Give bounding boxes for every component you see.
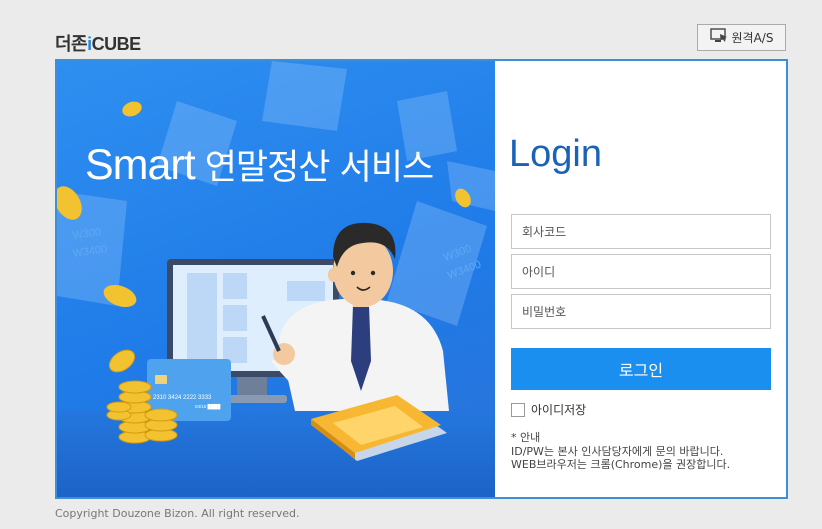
hero-title-en: Smart bbox=[85, 141, 196, 189]
login-frame: W300 W3400 W300 W3400 2310 3424 2222 333… bbox=[55, 59, 788, 499]
remote-support-button[interactable]: 원격A/S bbox=[697, 24, 786, 51]
logo-suffix: CUBE bbox=[91, 34, 142, 54]
notice-heading: * 안내 bbox=[511, 431, 541, 444]
logo-prefix: 더존 bbox=[55, 34, 88, 54]
monitor-cursor-icon bbox=[709, 28, 728, 47]
card-number: 2310 3424 2222 3333 bbox=[153, 395, 212, 401]
save-id-label[interactable]: 아이디저장 bbox=[531, 401, 586, 418]
password-input[interactable] bbox=[511, 294, 771, 329]
login-title: Login bbox=[509, 133, 602, 175]
save-id-row: 아이디저장 bbox=[511, 401, 586, 418]
save-id-checkbox[interactable] bbox=[511, 402, 525, 417]
hero-illustration: W300 W3400 W300 W3400 2310 3424 2222 333… bbox=[57, 61, 495, 497]
hero-title-kr: 연말정산 서비스 bbox=[204, 148, 435, 188]
login-notice: * 안내 ID/PW는 본사 인사담당자에게 문의 바랍니다. WEB브라우저는… bbox=[511, 431, 730, 472]
copyright-text: Copyright Douzone Bizon. All right reser… bbox=[55, 507, 300, 520]
notice-line-2: WEB브라우저는 크롬(Chrome)을 권장합니다. bbox=[511, 458, 731, 471]
login-button[interactable]: 로그인 bbox=[511, 348, 771, 390]
card-expiry: 04/15 ████ bbox=[195, 403, 221, 410]
app-logo: 더존iCUBE bbox=[55, 30, 141, 56]
user-id-input[interactable] bbox=[511, 254, 771, 289]
notice-line-1: ID/PW는 본사 인사담당자에게 문의 바랍니다. bbox=[511, 444, 724, 458]
hero-title: Smart 연말정산 서비스 bbox=[85, 139, 435, 190]
hero-banner: W300 W3400 W300 W3400 2310 3424 2222 333… bbox=[57, 61, 495, 497]
remote-support-label: 원격A/S bbox=[731, 31, 774, 45]
company-code-input[interactable] bbox=[511, 214, 771, 249]
